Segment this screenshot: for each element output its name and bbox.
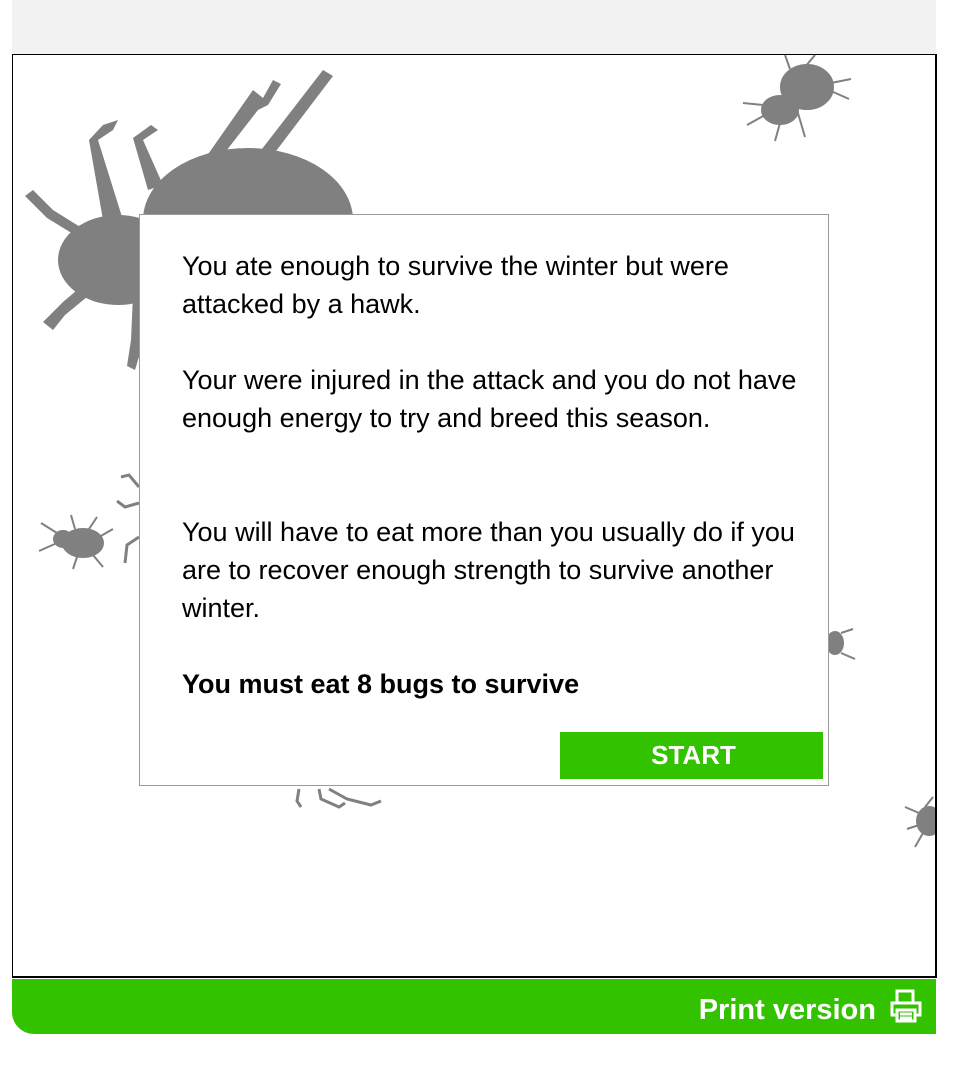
footer-bar: Print version [12,979,936,1034]
print-version-link[interactable]: Print version [699,988,924,1032]
result-dialog: You ate enough to survive the winter but… [139,214,829,786]
bug-icon[interactable] [903,795,935,851]
hawk-attack-message: You ate enough to survive the winter but… [182,251,729,319]
recovery-message: You will have to eat more than you usual… [182,517,795,623]
printer-icon [888,988,924,1032]
bug-icon[interactable] [37,511,117,571]
top-band [12,0,936,54]
print-version-label: Print version [698,993,876,1026]
goal-message: You must eat 8 bugs to survive [182,669,580,699]
bug-icon[interactable] [111,467,141,577]
bug-icon[interactable] [289,787,389,817]
bug-icon[interactable] [829,625,859,665]
start-button[interactable]: START [560,732,823,779]
injury-message: Your were injured in the attack and you … [182,365,797,433]
bug-icon[interactable] [735,55,855,145]
